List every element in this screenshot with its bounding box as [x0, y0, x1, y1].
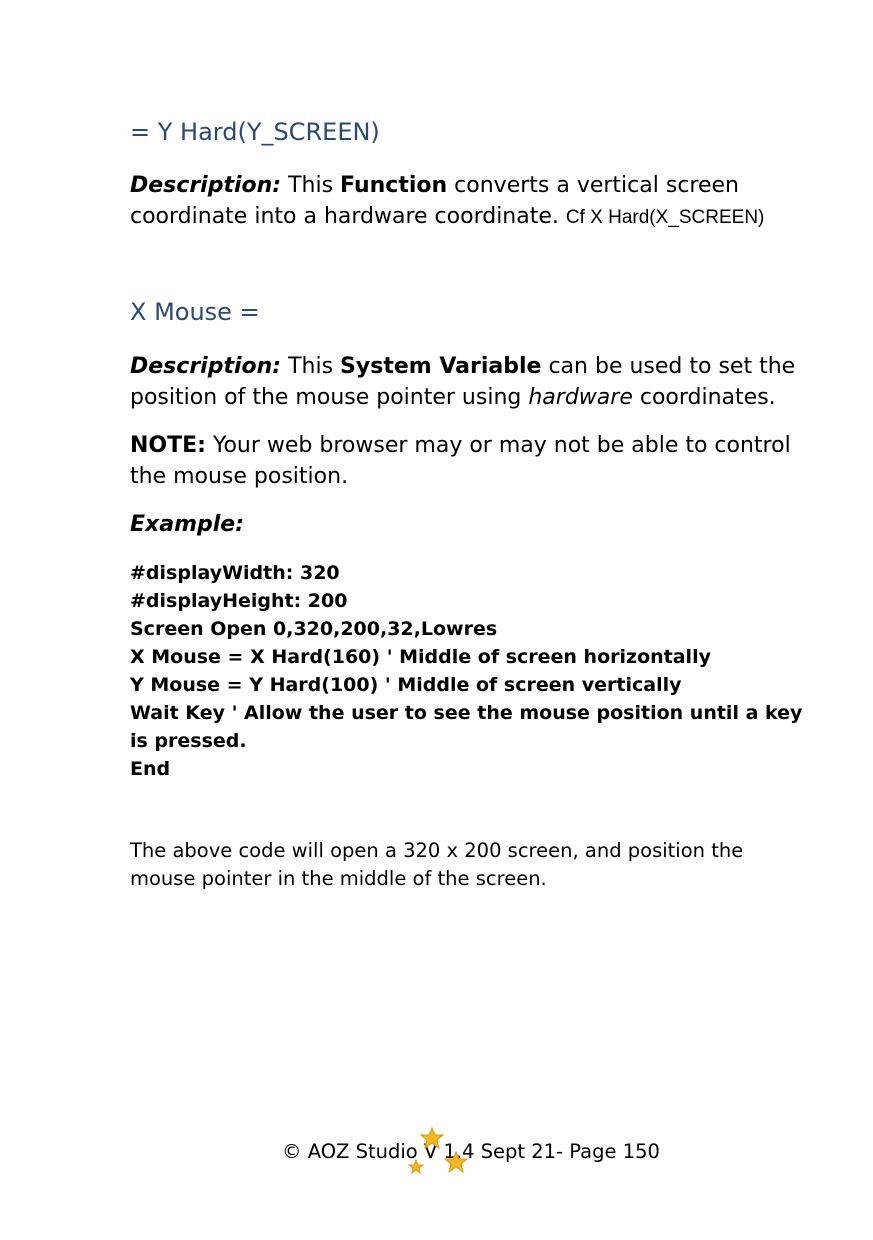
xmouse-desc-bold: System Variable — [340, 354, 542, 379]
code-line: Y Mouse = Y Hard(100) ' Middle of screen… — [130, 674, 682, 696]
xmouse-desc-post: coordinates. — [632, 385, 776, 410]
yhard-desc-bold: Function — [340, 173, 448, 198]
star-logo-icon — [407, 1126, 469, 1175]
note-label: NOTE: — [130, 433, 206, 458]
xmouse-note: NOTE: Your web browser may or may not be… — [130, 430, 810, 492]
code-line: #displayWidth: 320 — [130, 562, 340, 584]
xmouse-desc-pre: This — [281, 354, 341, 379]
xmouse-description: Description: This System Variable can be… — [130, 351, 810, 413]
note-text: Your web browser may or may not be able … — [130, 433, 791, 489]
code-line: X Mouse = X Hard(160) ' Middle of screen… — [130, 646, 711, 668]
yhard-description: Description: This Function converts a ve… — [130, 170, 810, 233]
code-line: Screen Open 0,320,200,32,Lowres — [130, 618, 498, 640]
code-explanation: The above code will open a 320 x 200 scr… — [130, 839, 744, 890]
star-icon — [443, 1150, 469, 1174]
xmouse-heading: X Mouse = — [130, 298, 260, 326]
code-block: #displayWidth: 320 #displayHeight: 200 S… — [130, 559, 810, 783]
xmouse-desc-label: Description: — [130, 354, 282, 379]
example-heading: Example: — [130, 509, 810, 540]
example-label: Example: — [130, 512, 244, 537]
yhard-desc-label: Description: — [130, 173, 282, 198]
star-icon — [419, 1126, 445, 1150]
yhard-desc-cf: Cf X Hard(X_SCREEN) — [565, 207, 765, 228]
code-line: #displayHeight: 200 — [130, 590, 348, 612]
code-line: Wait Key ' Allow the user to see the mou… — [130, 702, 803, 752]
xmouse-desc-italic: hardware — [528, 385, 633, 410]
code-line: End — [130, 758, 171, 780]
yhard-desc-pre: This — [281, 173, 341, 198]
yhard-heading: = Y Hard(Y_SCREEN) — [130, 118, 380, 146]
star-icon — [407, 1158, 425, 1175]
